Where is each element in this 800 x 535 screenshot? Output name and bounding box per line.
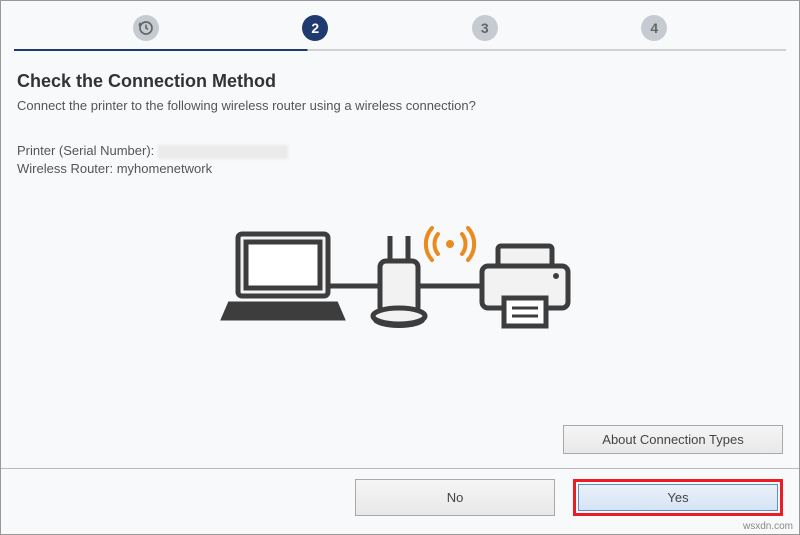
step-indicator: 2 3 4 xyxy=(1,1,799,51)
network-diagram-icon xyxy=(220,216,580,366)
yes-highlight: Yes xyxy=(573,479,783,516)
about-row: About Connection Types xyxy=(563,425,783,454)
printer-label: Printer (Serial Number): xyxy=(17,143,158,158)
step-4: 4 xyxy=(641,15,667,41)
router-label: Wireless Router: xyxy=(17,161,117,176)
footer-actions: No Yes xyxy=(1,468,799,516)
step-3: 3 xyxy=(472,15,498,41)
yes-button[interactable]: Yes xyxy=(578,484,778,511)
printer-serial-value xyxy=(158,145,288,159)
router-info: Wireless Router: myhomenetwork xyxy=(17,161,783,176)
step-2: 2 xyxy=(302,15,328,41)
router-name-value: myhomenetwork xyxy=(117,161,212,176)
no-button[interactable]: No xyxy=(355,479,555,516)
about-connection-types-button[interactable]: About Connection Types xyxy=(563,425,783,454)
printer-info: Printer (Serial Number): xyxy=(17,143,783,159)
page-title: Check the Connection Method xyxy=(17,71,783,92)
watermark: wsxdn.com xyxy=(743,521,793,532)
clock-icon xyxy=(138,20,154,36)
content-area: Check the Connection Method Connect the … xyxy=(1,51,799,366)
step-1 xyxy=(133,15,159,41)
connection-illustration xyxy=(17,216,783,366)
page-subtitle: Connect the printer to the following wir… xyxy=(17,98,783,113)
